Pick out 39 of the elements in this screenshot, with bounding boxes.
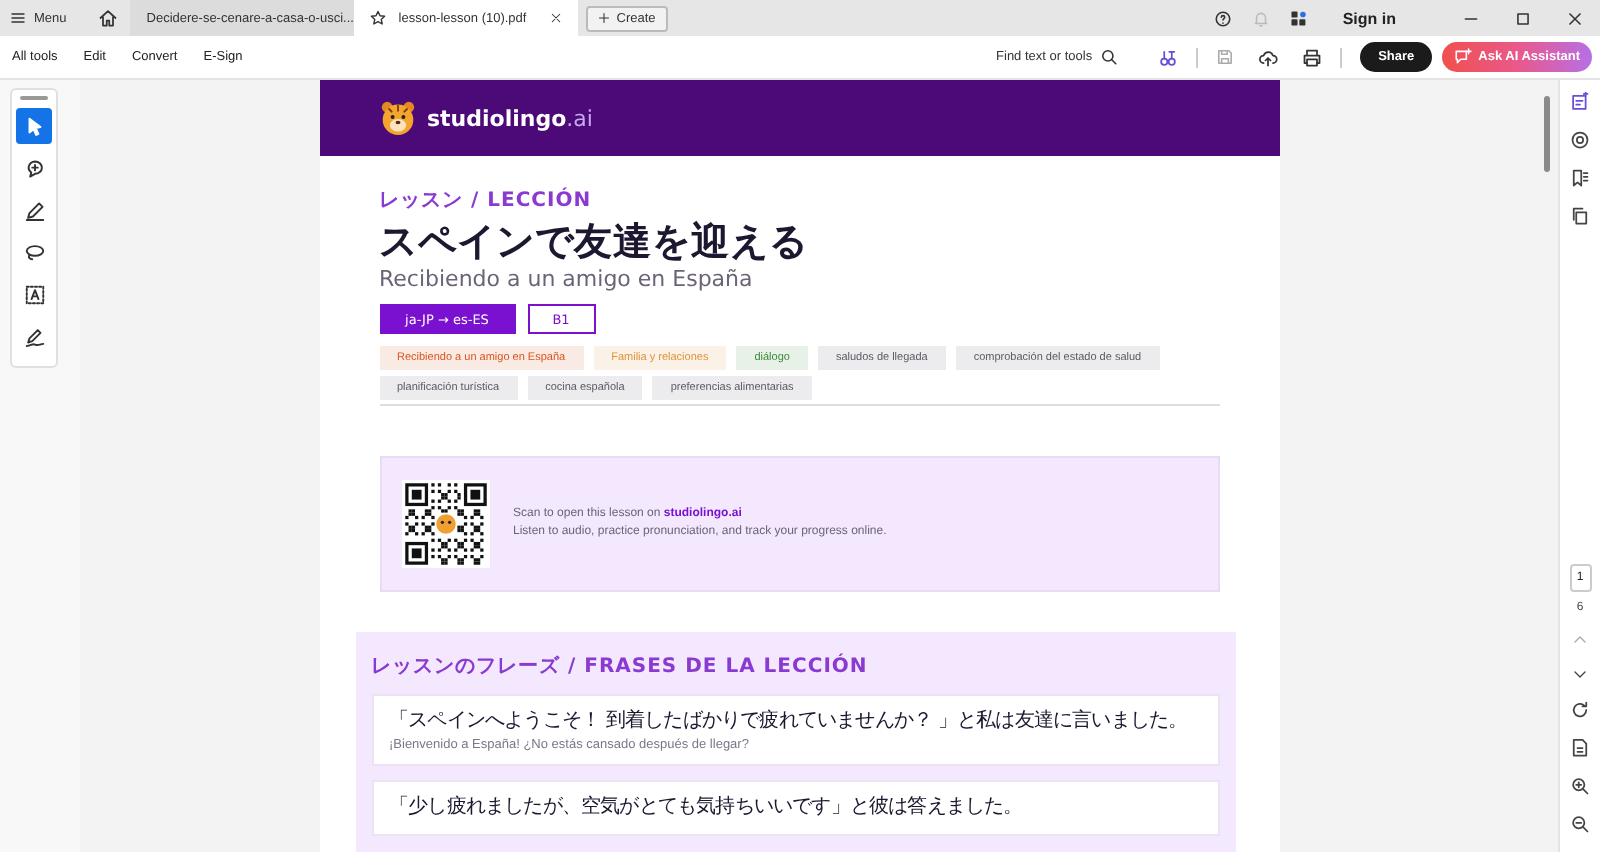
tiger-face-icon: [379, 100, 415, 136]
lesson-title: スペインで友達を迎える: [379, 218, 810, 266]
section-heading: レッスンのフレーズ / FRASES DE LA LECCIÓN: [371, 652, 870, 680]
lesson-label: レッスン / LECCIÓN: [379, 186, 594, 214]
edit-document-icon[interactable]: [1570, 92, 1590, 112]
menu-icon: [10, 10, 26, 26]
plus-icon: [598, 12, 611, 24]
maximize-icon[interactable]: [1513, 9, 1531, 27]
zoom-in-icon[interactable]: [1570, 776, 1590, 796]
refresh-icon[interactable]: [1570, 700, 1590, 720]
pointer-icon: [23, 115, 45, 137]
signature-icon: [23, 325, 45, 347]
apps-icon[interactable]: [1290, 9, 1309, 27]
comment-icon: [23, 157, 45, 179]
document-icon[interactable]: [1570, 738, 1590, 758]
chevron-down-icon[interactable]: [1572, 666, 1588, 682]
star-icon: [370, 10, 387, 26]
zoom-out-icon[interactable]: [1570, 814, 1590, 834]
brand-name: studiolingo.ai: [427, 105, 593, 131]
lasso-icon: [23, 241, 45, 263]
copy-pages-icon[interactable]: [1570, 206, 1590, 226]
scrollbar-thumb[interactable]: [1544, 96, 1550, 172]
chat-sparkle-icon: [1454, 48, 1473, 66]
lesson-subtitle: Recibiendo a un amigo en España: [379, 266, 755, 292]
text-box-icon: [23, 283, 45, 305]
qr-code-drawing: [401, 480, 489, 568]
pen-icon: [23, 199, 45, 221]
sign-in-button[interactable]: Sign in: [1330, 7, 1408, 29]
print-icon[interactable]: [1302, 47, 1323, 67]
close-tab-icon[interactable]: [550, 12, 563, 24]
close-icon[interactable]: [1565, 9, 1583, 27]
phrase-japanese: 「スペインへようこそ！ 到着したばかりで疲れていませんか？ 」と私は友達に言いました。: [389, 707, 1190, 736]
help-icon[interactable]: [1214, 9, 1233, 27]
phrase-japanese: 「少し疲れましたが、空気がとても気持ちいいです」と彼は答えました。: [389, 793, 1025, 822]
bookmark-icon[interactable]: [1570, 168, 1590, 188]
upload-cloud-icon[interactable]: [1258, 47, 1279, 67]
search-icon: [1100, 48, 1119, 66]
home-icon[interactable]: [98, 8, 119, 28]
drag-handle[interactable]: [20, 96, 48, 100]
